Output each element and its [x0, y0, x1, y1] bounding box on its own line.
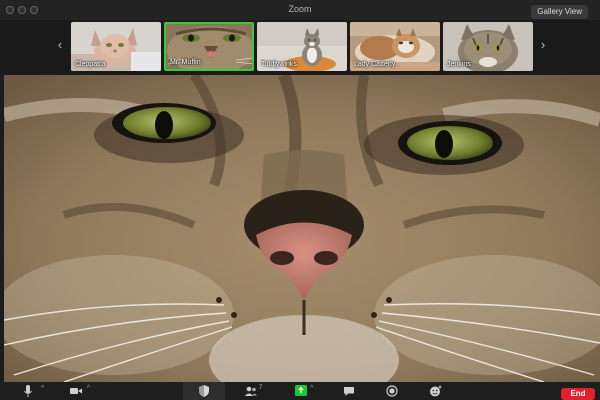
record-icon[interactable] — [386, 384, 398, 398]
active-speaker-video[interactable] — [4, 75, 600, 382]
security-shield-icon[interactable] — [198, 384, 210, 398]
gallery-view-button[interactable]: Gallery View — [531, 5, 588, 19]
chat-icon[interactable] — [343, 384, 355, 398]
video-options-caret-icon[interactable]: ^ — [87, 385, 90, 392]
audio-options-caret-icon[interactable]: ^ — [41, 385, 44, 392]
participant-name: Mr. Muffin — [170, 59, 201, 66]
next-page-arrow-icon[interactable]: › — [538, 37, 548, 53]
meeting-controls-bar: ^ ^ 7 ^ — [0, 382, 600, 400]
zoom-window: Zoom Gallery View ‹ Cleopatra Mr. Muffin… — [0, 0, 600, 400]
window-title: Zoom — [288, 4, 312, 14]
tabby-cat-face-closeup-video — [4, 75, 600, 382]
title-bar: Zoom Gallery View — [0, 0, 600, 20]
end-meeting-button[interactable]: End — [561, 388, 595, 400]
previous-page-arrow-icon[interactable]: ‹ — [55, 37, 65, 53]
microphone-icon[interactable] — [23, 384, 33, 398]
share-screen-icon[interactable] — [295, 384, 307, 398]
participant-name: Cleopatra — [75, 61, 106, 68]
participant-count: 7 — [259, 385, 263, 391]
participants-icon[interactable] — [244, 384, 258, 398]
participant-tile-tiddlywinks[interactable]: Tiddlywinks — [257, 22, 347, 71]
participant-name: Lady Catterly — [354, 61, 396, 68]
video-camera-icon[interactable] — [69, 384, 83, 398]
participant-tile-lady-catterly[interactable]: Lady Catterly — [350, 22, 440, 71]
participant-tile-mr-muffin[interactable]: Mr. Muffin — [164, 22, 254, 71]
participant-tile-jenkins[interactable]: Jenkins — [443, 22, 533, 71]
share-options-caret-icon[interactable]: ^ — [310, 385, 313, 392]
participant-tile-cleopatra[interactable]: Cleopatra — [71, 22, 161, 71]
participant-thumbnail-strip: ‹ Cleopatra Mr. Muffin Tiddlywinks Lady … — [0, 20, 600, 74]
reactions-icon[interactable] — [429, 384, 443, 398]
participant-name: Jenkins — [447, 61, 471, 68]
participant-name: Tiddlywinks — [261, 61, 297, 68]
